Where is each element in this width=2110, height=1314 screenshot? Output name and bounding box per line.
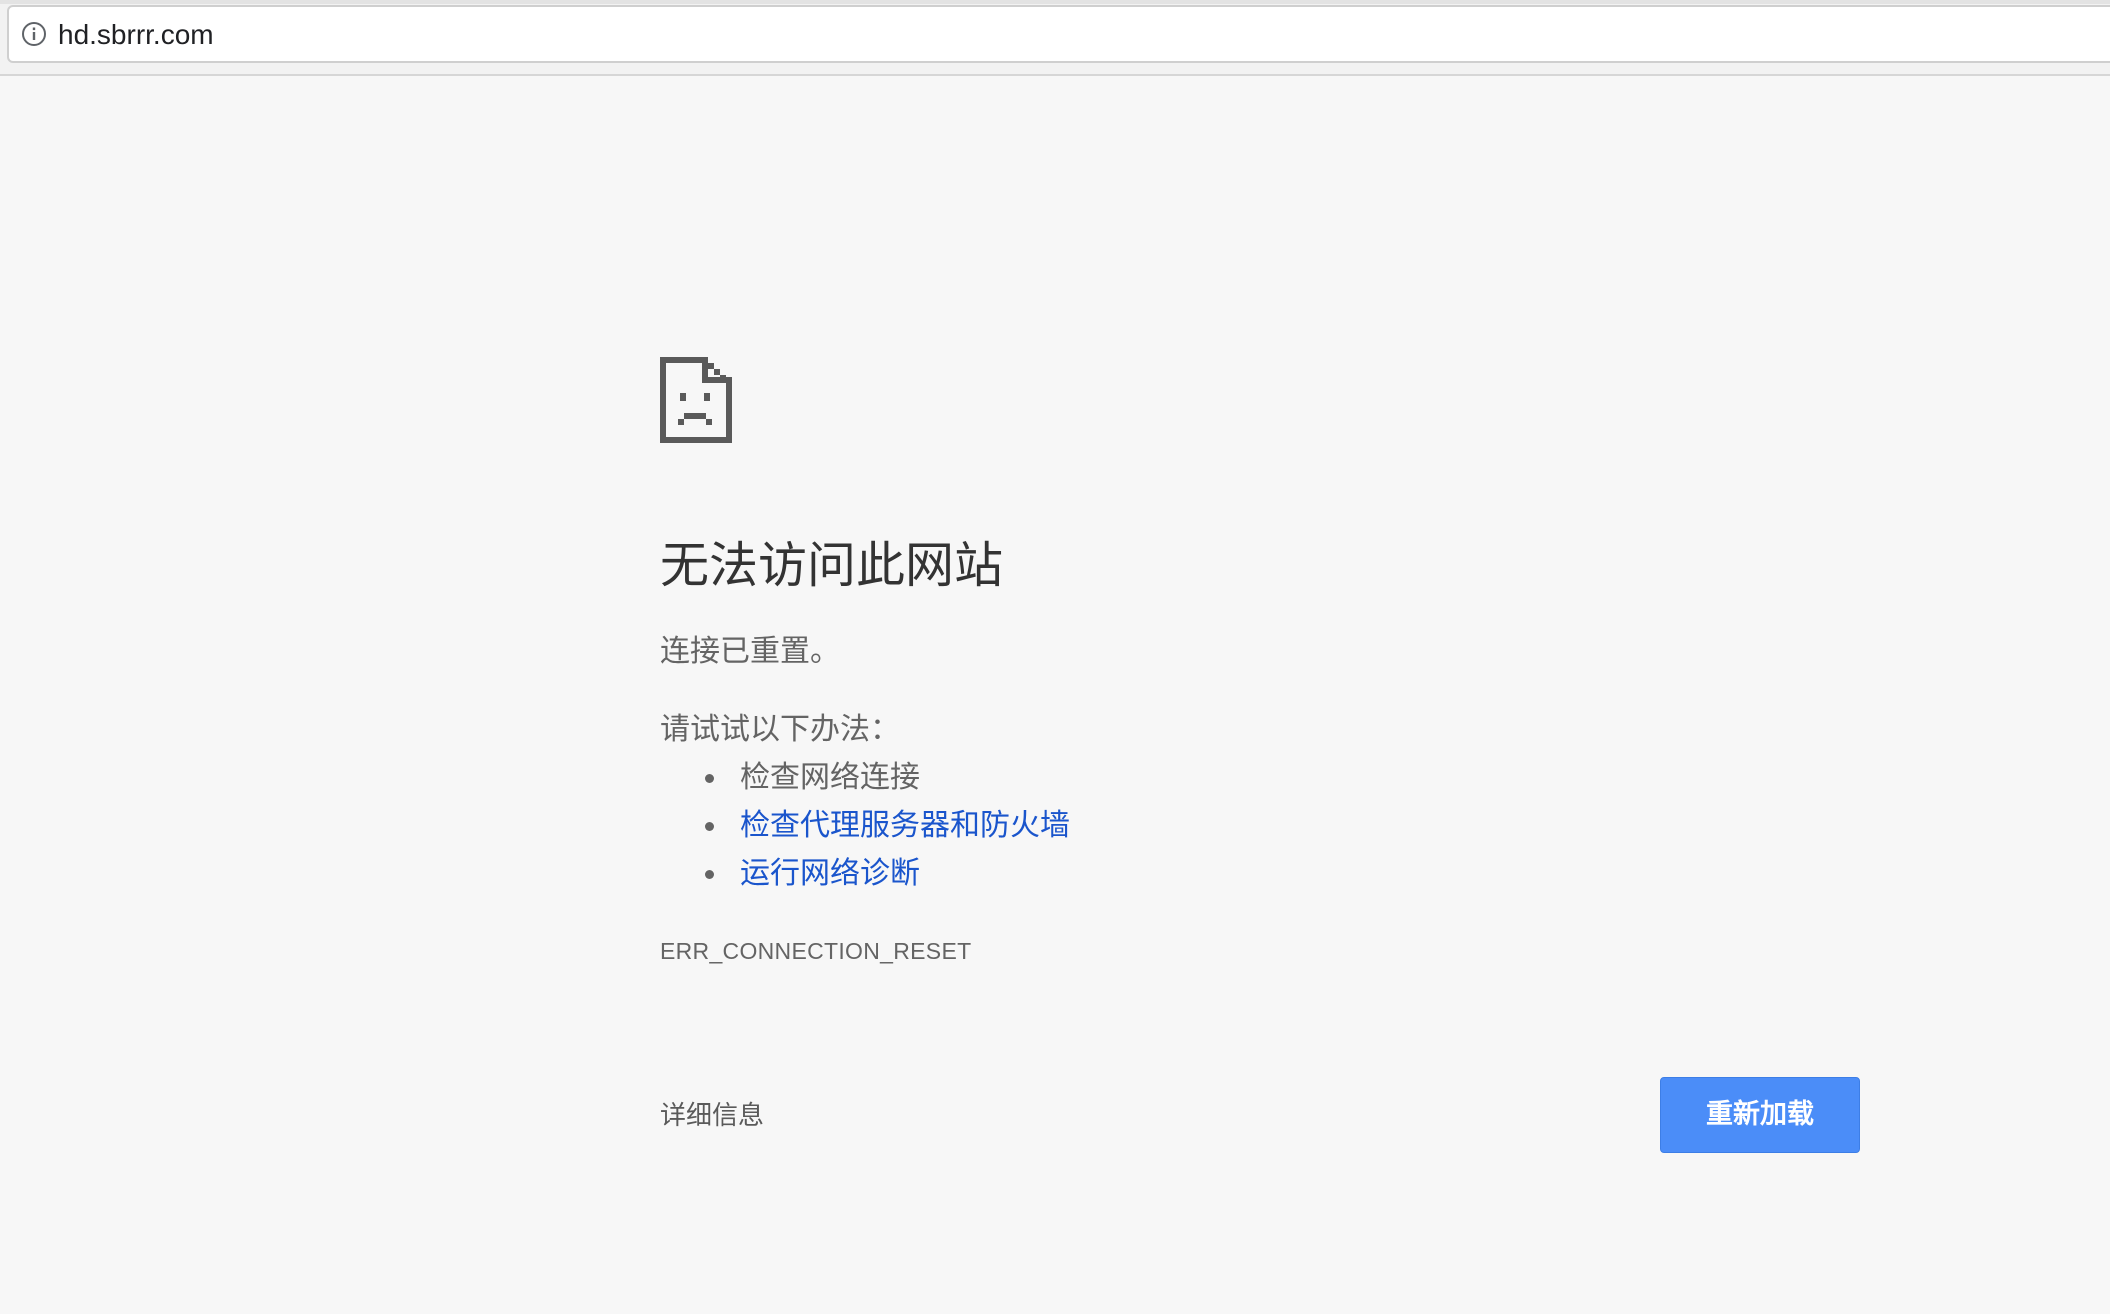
run-network-diagnostics-link[interactable]: 运行网络诊断 (740, 856, 920, 891)
suggestion-check-proxy-firewall[interactable]: 检查代理服务器和防火墙 (700, 804, 1070, 852)
error-title: 无法访问此网站 (660, 537, 1004, 594)
info-circle-icon[interactable] (21, 21, 47, 47)
error-code: ERR_CONNECTION_RESET (660, 938, 972, 964)
check-proxy-firewall-link[interactable]: 检查代理服务器和防火墙 (740, 808, 1070, 843)
reload-button[interactable]: 重新加载 (1660, 1077, 1860, 1153)
suggestions-list: 检查网络连接 检查代理服务器和防火墙 运行网络诊断 (700, 756, 1070, 900)
error-subtitle: 连接已重置。 (660, 634, 840, 669)
address-bar[interactable]: hd.sbrrr.com (7, 5, 2110, 63)
browser-toolbar: hd.sbrrr.com (0, 0, 2110, 76)
suggestions-heading: 请试试以下办法： (660, 712, 900, 747)
suggestion-run-diagnostics[interactable]: 运行网络诊断 (700, 852, 1070, 900)
url-text[interactable]: hd.sbrrr.com (58, 17, 214, 53)
tab-strip (0, 0, 2110, 4)
suggestion-label: 检查网络连接 (740, 760, 920, 795)
sad-document-icon (660, 357, 732, 443)
details-button[interactable]: 详细信息 (660, 1096, 764, 1136)
suggestion-check-network: 检查网络连接 (700, 756, 1070, 804)
